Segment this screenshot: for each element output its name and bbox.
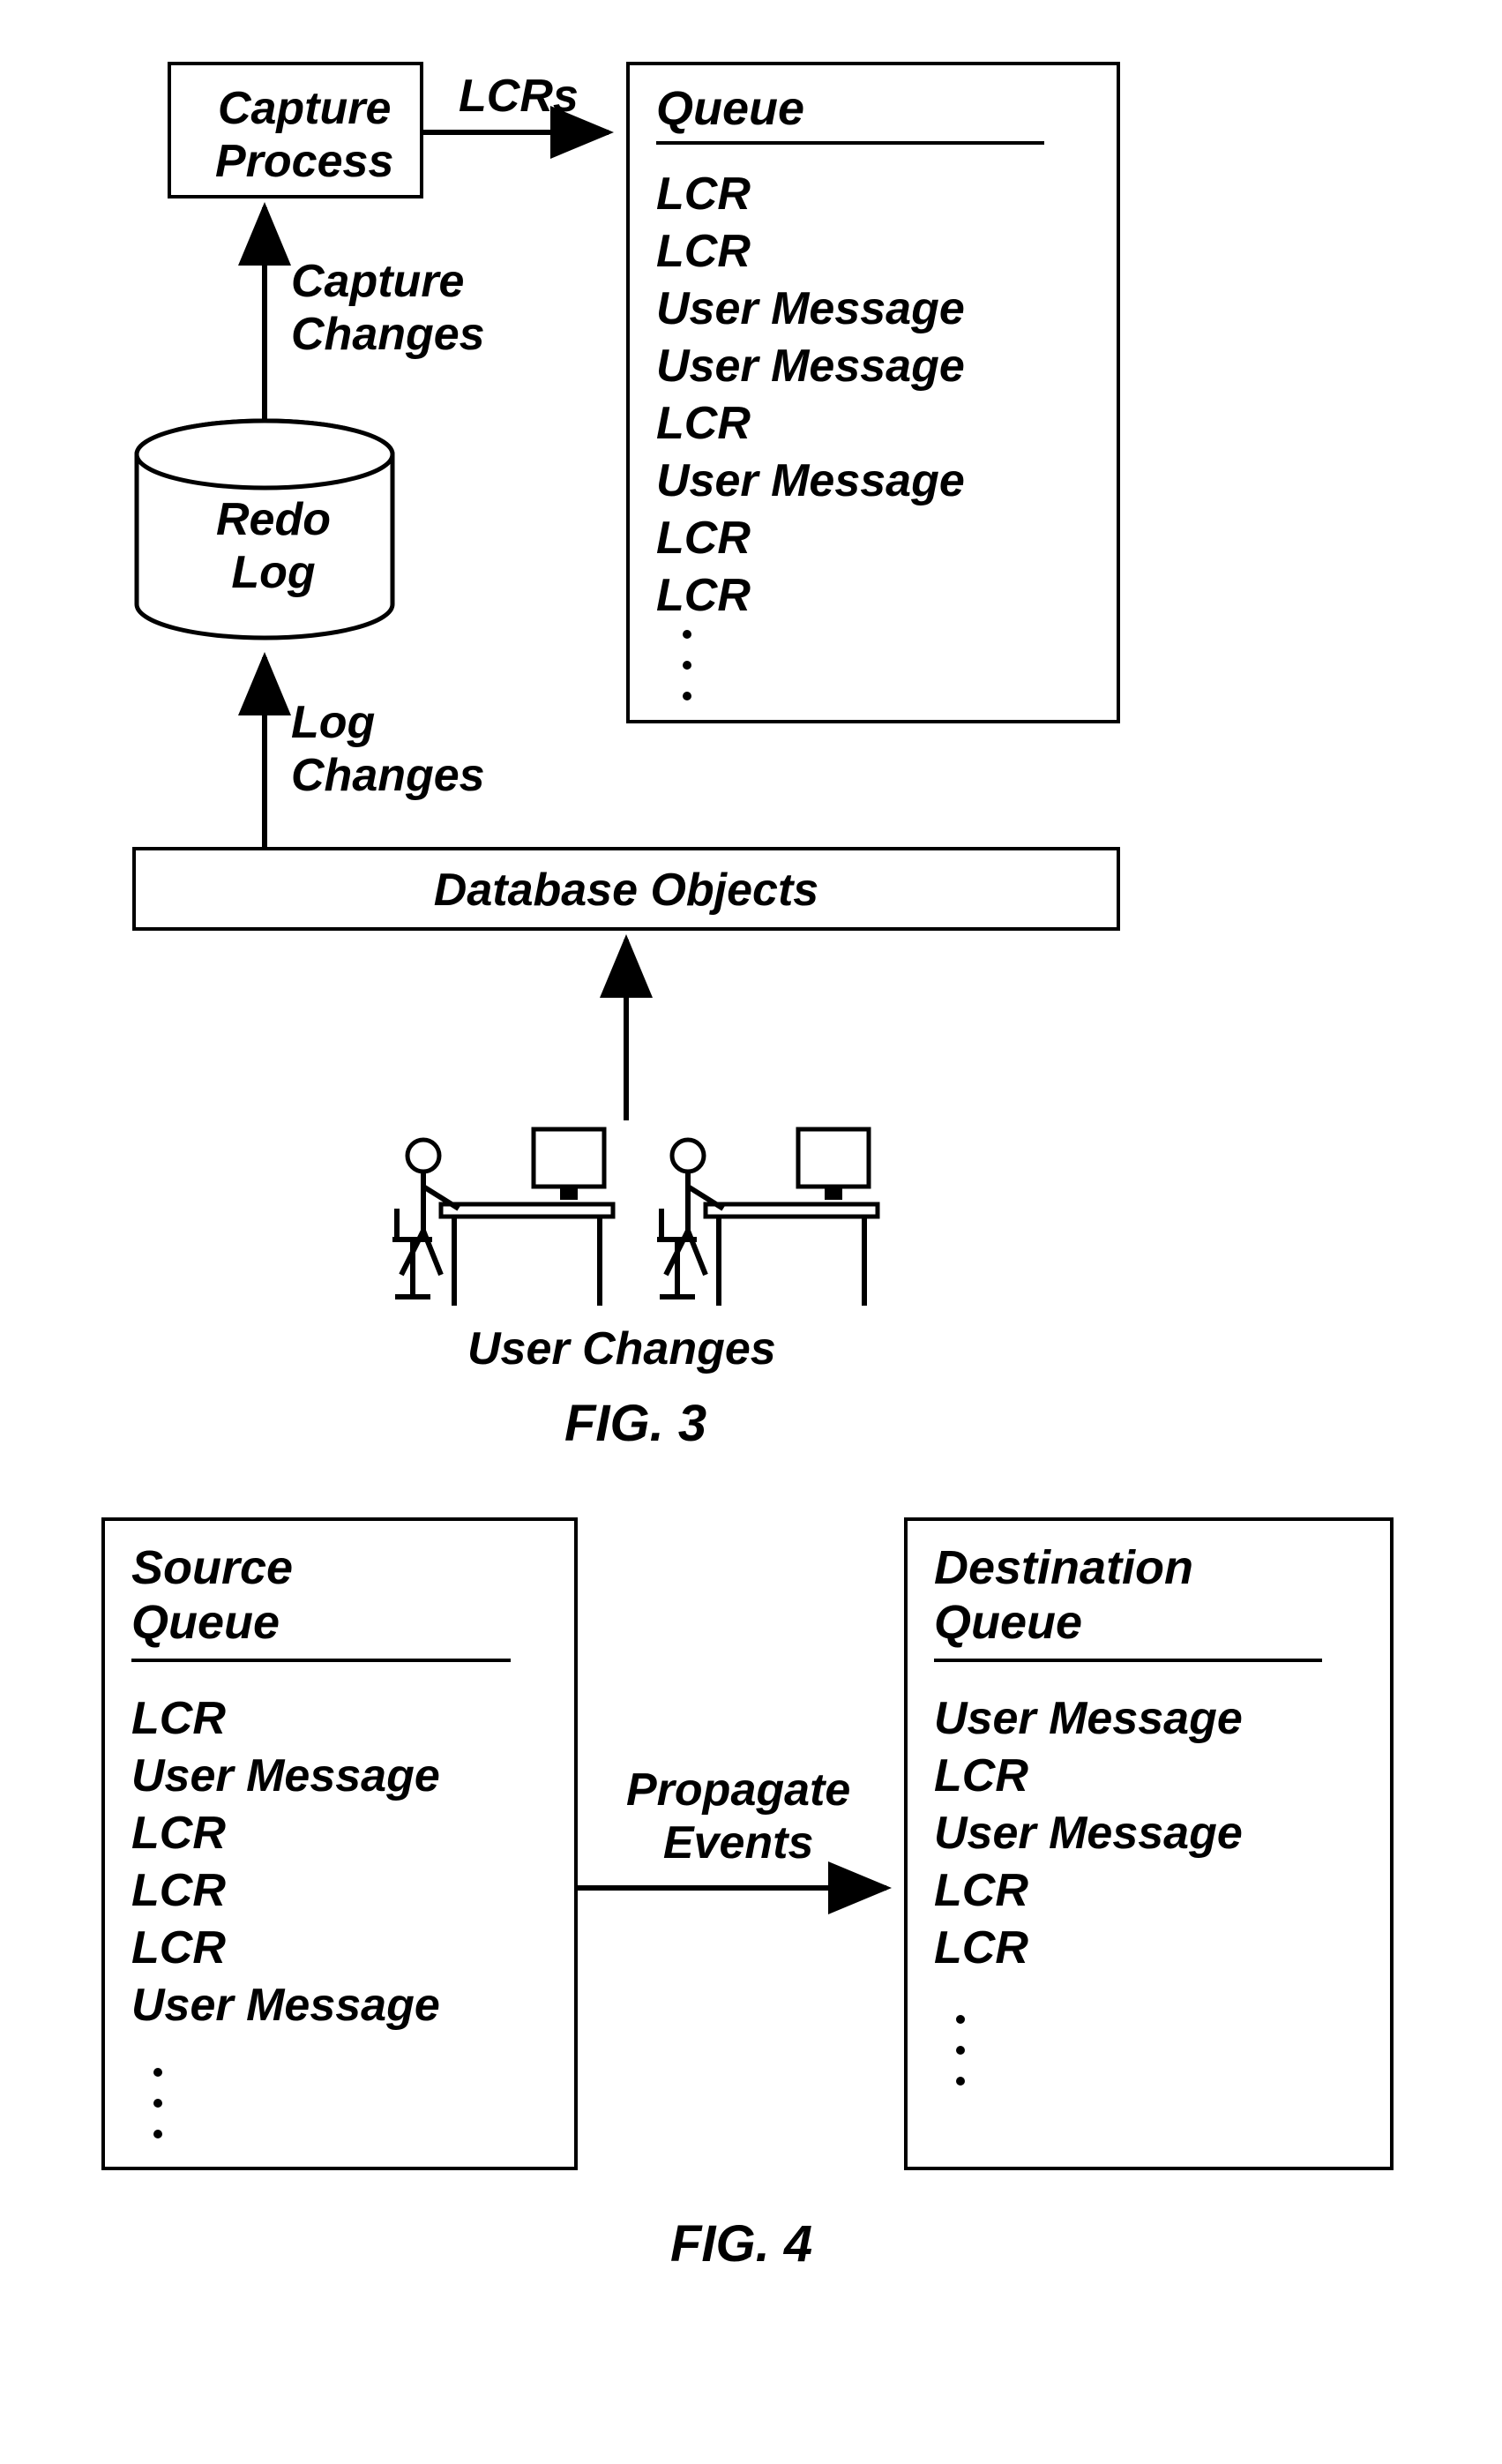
list-item: User Message [131,1977,548,2034]
list-item: LCR [934,1862,1364,1920]
source-queue-list: LCRUser MessageLCRLCRLCRUser Message [131,1690,548,2034]
list-item: LCR [934,1748,1364,1805]
fig4-caption: FIG. 4 [670,2214,812,2273]
ellipsis-dot [153,2099,162,2108]
queue-box: Queue LCRLCRUser MessageUser MessageLCRU… [626,62,1120,723]
destination-queue-title: Destination Queue [934,1540,1364,1650]
database-objects-label: Database Objects [136,865,1117,917]
destination-queue-underline [934,1659,1322,1662]
page: Capture Process LCRs Queue LCRLCRUser Me… [0,0,1502,2464]
database-objects-box: Database Objects [132,847,1120,931]
list-item: LCR [656,567,1090,625]
capture-changes-label: Capture Changes [291,256,485,362]
destination-queue-list: User MessageLCRUser MessageLCRLCR [934,1690,1364,1977]
arrow-user-changes [609,931,644,1125]
fig3-caption: FIG. 3 [564,1394,706,1453]
destination-queue-box: Destination Queue User MessageLCRUser Me… [904,1517,1394,2170]
list-item: LCR [656,510,1090,567]
queue-list: LCRLCRUser MessageUser MessageLCRUser Me… [656,166,1090,625]
list-item: User Message [934,1805,1364,1862]
queue-title-underline [656,141,1044,145]
queue-title: Queue [656,81,1090,136]
ellipsis-dot [956,2015,965,2024]
list-item: LCR [934,1920,1364,1977]
ellipsis-dot [683,661,691,670]
source-queue-title: Source Queue [131,1540,548,1650]
source-queue-underline [131,1659,511,1662]
arrow-log-changes [247,648,282,851]
arrow-capture-changes [247,198,282,419]
ellipsis-dot [153,2130,162,2138]
user-changes-label: User Changes [467,1323,776,1376]
ellipsis-dot [956,2077,965,2086]
list-item: LCR [131,1805,548,1862]
list-item: LCR [131,1862,548,1920]
list-item: LCR [656,166,1090,223]
ellipsis-dot [153,2068,162,2077]
list-item: User Message [131,1748,548,1805]
lcrs-label: LCRs [459,71,579,124]
list-item: LCR [656,395,1090,453]
ellipsis-dot [683,692,691,700]
capture-process-box: Capture Process [168,62,423,198]
redo-log-label: Redo Log [216,494,331,600]
list-item: User Message [656,338,1090,395]
propagate-events-label: Propagate Events [626,1764,850,1870]
list-item: User Message [656,453,1090,510]
list-item: User Message [656,281,1090,338]
list-item: User Message [934,1690,1364,1748]
list-item: LCR [656,223,1090,281]
ellipsis-dot [683,630,691,639]
list-item: LCR [131,1920,548,1977]
ellipsis-dot [956,2046,965,2055]
source-queue-box: Source Queue LCRUser MessageLCRLCRLCRUse… [101,1517,578,2170]
log-changes-label: Log Changes [291,697,485,803]
list-item: LCR [131,1690,548,1748]
user-desk-icon [388,1125,617,1319]
user-desk-icon [653,1125,882,1319]
capture-process-label: Capture Process [215,83,393,189]
arrow-propagate-events [578,1870,904,1906]
